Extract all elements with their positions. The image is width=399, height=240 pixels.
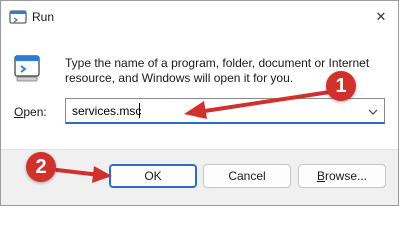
window-title: Run [32, 10, 55, 24]
browse-rest: rowse... [325, 169, 368, 183]
browse-button[interactable]: Browse... [298, 164, 386, 188]
cancel-button[interactable]: Cancel [203, 164, 291, 188]
open-label: Open: [14, 105, 47, 119]
close-icon: ✕ [375, 9, 387, 24]
open-dropdown-button[interactable] [362, 99, 384, 123]
chevron-down-icon [368, 104, 378, 118]
step-1-badge: 1 [326, 71, 356, 101]
open-label-rest: pen: [23, 105, 47, 119]
open-label-accel: O [14, 105, 24, 119]
run-icon [13, 53, 41, 83]
title-bar[interactable]: Run ✕ [1, 1, 398, 33]
text-caret [139, 103, 140, 118]
browse-accel: B [316, 169, 325, 183]
ok-button[interactable]: OK [109, 164, 197, 188]
open-combobox[interactable]: services.msc [65, 98, 385, 124]
close-button[interactable]: ✕ [370, 7, 392, 27]
open-input-value[interactable]: services.msc [72, 104, 141, 118]
run-app-icon [9, 9, 27, 25]
step-2-badge: 2 [26, 152, 56, 182]
